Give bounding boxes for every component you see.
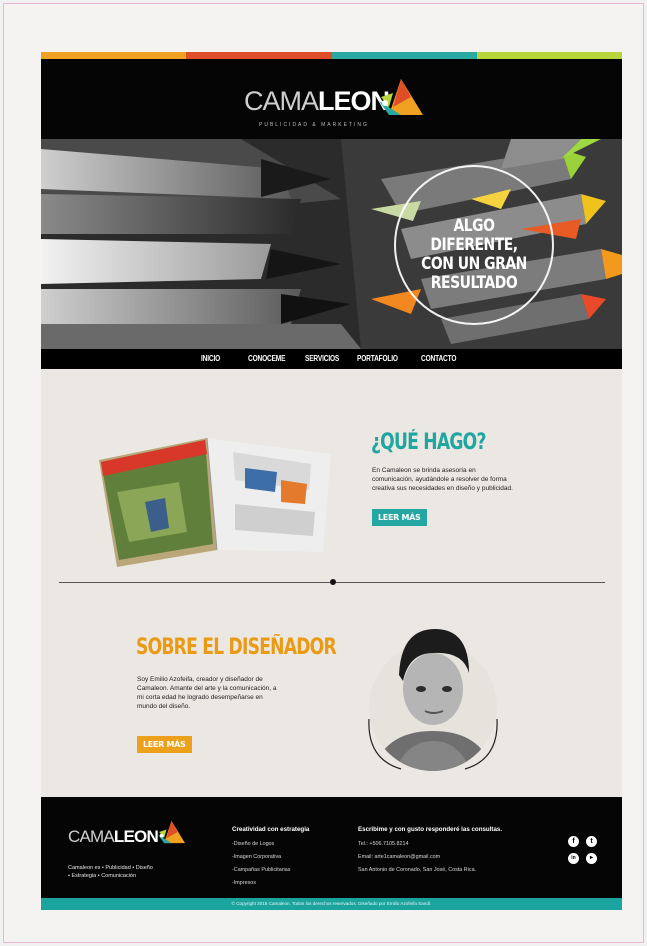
website-page: CAMALEON PUBLICIDAD & MARKETING ALGO DIF… — [41, 52, 622, 910]
footer-logo[interactable]: CAMALEON — [68, 819, 198, 859]
footer-service-item: -Campañas Publicitarias — [232, 867, 291, 873]
footer-phone: Tel.: +506.7105.8214 — [358, 841, 409, 847]
hero-line-1: ALGO DIFERENTE, — [430, 216, 518, 255]
footer-address: San Antonio de Coronado, San José, Costa… — [358, 867, 477, 873]
linkedin-glyph: in — [571, 855, 576, 861]
sobre-line: mi corta edad he logrado desempeñarse en — [137, 694, 263, 701]
nav-conoceme[interactable]: CONOCEME — [248, 354, 285, 363]
que-hago-line: comunicación, ayudándole a resolver de f… — [372, 476, 507, 483]
nav-portafolio[interactable]: PORTAFOLIO — [357, 354, 398, 363]
linkedin-icon[interactable]: in — [568, 853, 579, 864]
footer-logo-name-bold: LEON — [113, 827, 159, 846]
youtube-icon[interactable]: ▸ — [586, 853, 597, 864]
sobre-line: Camaleon. Amante del arte y la comunicac… — [137, 685, 277, 692]
strip-red — [186, 52, 332, 59]
youtube-glyph: ▸ — [589, 855, 593, 861]
footer-service-item: -Diseño de Logos — [232, 841, 275, 847]
hero-banner: ALGO DIFERENTE, CON UN GRAN RESULTADO — [41, 139, 622, 349]
nav-inicio[interactable]: INICIO — [201, 354, 220, 363]
main-nav: INICIO CONOCEME SERVICIOS PORTAFOLIO CON… — [41, 349, 622, 369]
que-hago-title: ¿QUÉ HAGO? — [371, 430, 486, 455]
logo-wordmark: CAMALEON — [244, 86, 390, 116]
sobre-text: Soy Emilio Azofeifa, creador y diseñador… — [137, 675, 327, 711]
hero-line-3: RESULTADO — [430, 273, 518, 293]
sobre-line: Soy Emilio Azofeifa, creador y diseñador… — [137, 676, 263, 683]
copyright-bar: © Copyright 2015 Camaleon. Todos los der… — [41, 898, 622, 910]
hero-line-2: CON UN GRAN — [421, 254, 527, 274]
facebook-glyph: f — [572, 838, 575, 845]
strip-orange — [41, 52, 187, 59]
sobre-title: SOBRE EL DISEÑADOR — [136, 635, 337, 660]
designer-portrait — [368, 629, 498, 771]
footer-contact-title: Escribime y con gusto responderé las con… — [358, 826, 503, 833]
site-footer: CAMALEON Camaleon es • Publicidad • Dise… — [41, 797, 622, 898]
magazine-image — [99, 437, 331, 567]
twitter-glyph: t — [590, 838, 593, 845]
que-hago-read-more-button[interactable]: LEER MÁS — [372, 509, 427, 526]
chameleon-logo-icon — [379, 79, 423, 115]
que-hago-text: En Camaleon se brinda asesoría en comuni… — [372, 466, 572, 493]
divider-dot — [330, 579, 336, 585]
footer-email[interactable]: Email: arte1camaleon@gmail.com — [358, 854, 440, 860]
footer-services-title: Creatividad con estrategia — [232, 826, 310, 833]
copyright-text: © Copyright 2015 Camaleon. Todos los der… — [231, 901, 432, 906]
footer-logo-wordmark: CAMALEON — [68, 827, 159, 846]
color-strip — [41, 52, 622, 59]
site-header: CAMALEON PUBLICIDAD & MARKETING — [41, 59, 622, 139]
facebook-icon[interactable]: f — [568, 836, 579, 847]
nav-servicios[interactable]: SERVICIOS — [305, 354, 339, 363]
strip-teal — [331, 52, 477, 59]
footer-service-item: -Imagen Corporativa — [232, 854, 282, 860]
sobre-line: mundo del diseño. — [137, 703, 191, 710]
footer-brand-line-1: Camaleon es • Publicidad • Diseño — [68, 865, 153, 871]
site-logo[interactable]: CAMALEON PUBLICIDAD & MARKETING — [244, 77, 424, 133]
strip-lime — [476, 52, 622, 59]
sobre-read-more-button[interactable]: LEER MÁS — [137, 736, 192, 753]
hero-slogan: ALGO DIFERENTE, CON UN GRAN RESULTADO — [408, 217, 539, 293]
twitter-icon[interactable]: t — [586, 836, 597, 847]
footer-brand-line-2: • Estrategia • Comunicación — [68, 873, 137, 879]
logo-tagline: PUBLICIDAD & MARKETING — [259, 122, 369, 128]
footer-service-item: -Impresos — [232, 880, 256, 886]
que-hago-line: En Camaleon se brinda asesoría en — [372, 467, 476, 474]
footer-logo-name-light: CAMA — [68, 827, 115, 846]
que-hago-line: creativa sus necesidades en diseño y pub… — [372, 485, 513, 492]
nav-contacto[interactable]: CONTACTO — [421, 354, 456, 363]
logo-name-light: CAMA — [244, 86, 319, 116]
footer-chameleon-logo-icon — [157, 820, 185, 844]
